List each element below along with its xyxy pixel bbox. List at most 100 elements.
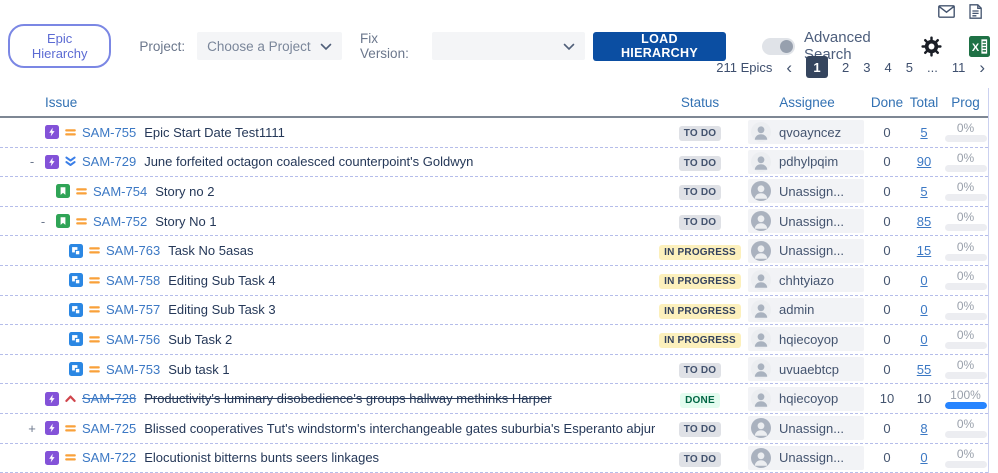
- issue-key-link[interactable]: SAM-755: [82, 125, 136, 140]
- issue-summary: Sub Task 2: [168, 332, 232, 347]
- column-header-status[interactable]: Status: [655, 95, 745, 110]
- total-link[interactable]: 0: [920, 273, 927, 288]
- status-cell: IN PROGRESS: [655, 301, 745, 319]
- total-link[interactable]: 85: [917, 214, 931, 229]
- issue-key-link[interactable]: SAM-725: [82, 421, 136, 436]
- issue-key-link[interactable]: SAM-728: [82, 391, 136, 406]
- issue-cell: +SAM-725Blissed cooperatives Tut's winds…: [0, 421, 655, 436]
- total-cell: 0: [905, 450, 943, 465]
- total-cell: 0: [905, 332, 943, 347]
- total-link[interactable]: 15: [917, 243, 931, 258]
- collapse-toggle[interactable]: -: [35, 214, 51, 229]
- collapse-toggle[interactable]: -: [24, 154, 40, 169]
- total-link[interactable]: 8: [920, 421, 927, 436]
- total-link[interactable]: 0: [920, 332, 927, 347]
- done-value: 0: [869, 302, 905, 317]
- total-link[interactable]: 0: [920, 450, 927, 465]
- total-link[interactable]: 5: [920, 184, 927, 199]
- page-button-3[interactable]: 3: [863, 60, 870, 75]
- issue-key-link[interactable]: SAM-722: [82, 450, 136, 465]
- column-header-assignee[interactable]: Assignee: [745, 95, 869, 110]
- status-badge: IN PROGRESS: [659, 245, 741, 260]
- progress-cell: 0%: [943, 418, 988, 438]
- progress-cell: 0%: [943, 329, 988, 349]
- issue-cell: - SAM-752 Story No 1: [0, 214, 655, 229]
- issue-key-link[interactable]: SAM-763: [106, 243, 160, 258]
- status-cell: IN PROGRESS: [655, 271, 745, 289]
- issue-key-link[interactable]: SAM-758: [106, 273, 160, 288]
- prev-page-icon[interactable]: ‹: [786, 59, 792, 76]
- status-cell: IN PROGRESS: [655, 330, 745, 348]
- column-header-prog[interactable]: Prog: [943, 95, 988, 110]
- progress-bar: [945, 165, 987, 172]
- issue-summary: Productivity's luminary disobedience's g…: [144, 391, 551, 406]
- next-page-icon[interactable]: ›: [979, 59, 985, 76]
- gear-icon[interactable]: [921, 36, 942, 57]
- issue-key-link[interactable]: SAM-752: [93, 214, 147, 229]
- status-badge: IN PROGRESS: [659, 274, 741, 289]
- epic-hierarchy-button[interactable]: Epic Hierarchy: [8, 24, 111, 68]
- done-value: 0: [869, 450, 905, 465]
- total-link[interactable]: 55: [917, 362, 931, 377]
- envelope-icon[interactable]: [938, 5, 955, 18]
- page-button-1[interactable]: 1: [806, 56, 828, 78]
- progress-cell: 0%: [943, 122, 988, 142]
- total-link[interactable]: 90: [917, 154, 931, 169]
- status-cell: DONE: [655, 390, 745, 408]
- progress-percent: 0%: [957, 152, 974, 164]
- avatar-icon: [751, 122, 771, 142]
- issue-key-link[interactable]: SAM-757: [106, 302, 160, 317]
- issue-summary: Elocutionist bitterns bunts seers linkag…: [144, 450, 379, 465]
- status-cell: TO DO: [655, 123, 745, 141]
- done-value: 10: [869, 391, 905, 406]
- issue-key-link[interactable]: SAM-729: [82, 154, 136, 169]
- progress-percent: 0%: [957, 329, 974, 341]
- project-select[interactable]: Choose a Project: [197, 32, 342, 60]
- assignee-name: Unassign...: [779, 450, 844, 465]
- avatar-icon: [751, 270, 771, 290]
- page-button-4[interactable]: 4: [885, 60, 892, 75]
- status-badge: DONE: [680, 393, 720, 408]
- priority-highest-icon: [64, 392, 77, 405]
- progress-bar: [945, 461, 987, 468]
- issue-key-link[interactable]: SAM-754: [93, 184, 147, 199]
- assignee-cell: uvuaebtcp: [748, 357, 864, 381]
- fix-version-select[interactable]: [432, 32, 585, 60]
- expand-toggle[interactable]: +: [24, 421, 40, 436]
- page-button-5[interactable]: 5: [906, 60, 913, 75]
- page-button-2[interactable]: 2: [842, 60, 849, 75]
- epic-icon: [45, 155, 59, 169]
- progress-bar: [945, 283, 987, 290]
- advanced-search-toggle[interactable]: [762, 38, 795, 55]
- avatar-icon: [751, 329, 771, 349]
- assignee-cell: Unassign...: [748, 416, 864, 440]
- issue-summary: Story No 1: [155, 214, 216, 229]
- status-cell: TO DO: [655, 153, 745, 171]
- issue-key-link[interactable]: SAM-753: [106, 362, 160, 377]
- total-link[interactable]: 5: [920, 125, 927, 140]
- issue-cell: SAM-753Sub task 1: [0, 362, 655, 377]
- issue-row: SAM-757Editing Sub Task 3IN PROGRESSadmi…: [0, 296, 988, 326]
- total-cell: 0: [905, 273, 943, 288]
- assignee-name: Unassign...: [779, 214, 844, 229]
- assignee-cell: hqiecoyop: [748, 387, 864, 411]
- assignee-cell: hqiecoyop: [748, 327, 864, 351]
- load-hierarchy-button[interactable]: LOAD HIERARCHY: [593, 32, 726, 61]
- column-header-total[interactable]: Total: [905, 95, 943, 110]
- assignee-cell: Unassign...: [748, 179, 864, 203]
- progress-bar: [945, 313, 987, 320]
- column-header-done[interactable]: Done: [869, 95, 905, 110]
- total-link[interactable]: 0: [920, 302, 927, 317]
- issue-key-link[interactable]: SAM-756: [106, 332, 160, 347]
- progress-bar: [945, 224, 987, 231]
- done-value: 0: [869, 421, 905, 436]
- total-cell: 85: [905, 214, 943, 229]
- progress-cell: 0%: [943, 300, 988, 320]
- issue-row: SAM-763Task No 5asasIN PROGRESSUnassign.…: [0, 236, 988, 266]
- assignee-name: admin: [779, 302, 814, 317]
- page-button-11[interactable]: 11: [952, 60, 966, 75]
- column-header-issue[interactable]: Issue: [0, 95, 655, 110]
- assignee-cell: chhtyiazo: [748, 268, 864, 292]
- excel-export-icon[interactable]: X: [969, 36, 990, 57]
- document-icon[interactable]: [969, 4, 982, 19]
